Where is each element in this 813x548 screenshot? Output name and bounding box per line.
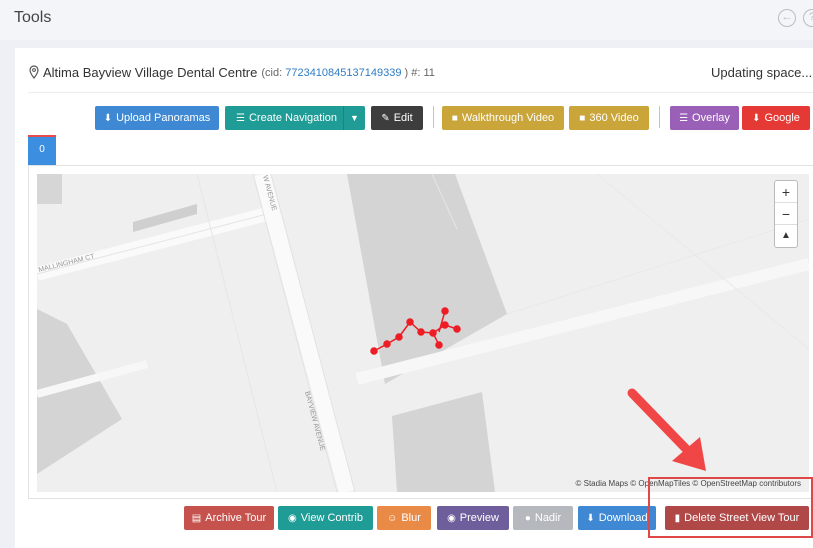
- location-header: Altima Bayview Village Dental Centre (ci…: [28, 65, 435, 80]
- cid-prefix: (cid:: [261, 66, 283, 79]
- panorama-marker[interactable]: [383, 340, 391, 348]
- zoom-in-button[interactable]: +: [775, 181, 797, 203]
- upload-panoramas-button[interactable]: ⬇ Upload Panoramas: [95, 106, 219, 130]
- highlight-box: [648, 477, 813, 538]
- edit-button[interactable]: ✎ Edit: [371, 106, 423, 130]
- help-icon[interactable]: ?: [803, 9, 813, 27]
- panorama-marker[interactable]: [406, 318, 414, 326]
- nadir-label: Nadir: [534, 512, 562, 524]
- edit-label: Edit: [393, 112, 413, 124]
- tab-0[interactable]: 0: [28, 135, 56, 165]
- divider: [28, 92, 813, 93]
- video-camera-icon: ■: [579, 112, 586, 124]
- archive-label: Archive Tour: [205, 512, 267, 524]
- page-title: Tools: [14, 9, 52, 26]
- cid-suffix: ) #: 11: [404, 66, 435, 79]
- create-navigation-button[interactable]: ☰ Create Navigation ▼: [225, 106, 365, 130]
- eye-icon: ◉: [447, 512, 456, 524]
- circle-icon: ●: [524, 512, 531, 524]
- 360-video-label: 360 Video: [589, 112, 639, 124]
- panorama-marker[interactable]: [441, 307, 449, 315]
- google-label: Google: [764, 112, 800, 124]
- download-button[interactable]: ⬇ Download: [578, 506, 656, 530]
- eye-icon: ◉: [288, 512, 297, 524]
- preview-label: Preview: [459, 512, 499, 524]
- panorama-marker[interactable]: [395, 333, 403, 341]
- upload-label: Upload Panoramas: [116, 112, 211, 124]
- blur-button[interactable]: ☺ Blur: [377, 506, 431, 530]
- annotation-arrow-icon: [627, 388, 706, 471]
- download-icon: ⬇: [586, 512, 595, 524]
- zoom-out-button[interactable]: −: [775, 203, 797, 225]
- archive-icon: ▤: [191, 512, 202, 524]
- overlay-button[interactable]: ☰ Overlay: [670, 106, 739, 130]
- download-label: Download: [598, 512, 648, 524]
- view-contrib-button[interactable]: ◉ View Contrib: [278, 506, 373, 530]
- panorama-marker[interactable]: [441, 321, 449, 329]
- panorama-marker[interactable]: [417, 328, 425, 336]
- walkthrough-video-button[interactable]: ■ Walkthrough Video: [442, 106, 564, 130]
- building: [37, 174, 62, 204]
- toolbar-separator: [659, 106, 660, 128]
- toolbar-separator: [433, 106, 434, 128]
- video-camera-icon: ■: [451, 112, 458, 124]
- list-icon: ☰: [679, 112, 689, 124]
- panorama-marker[interactable]: [435, 341, 443, 349]
- view-contrib-label: View Contrib: [300, 512, 363, 524]
- upload-icon: ⬇: [103, 112, 113, 124]
- walkthrough-label: Walkthrough Video: [461, 112, 555, 124]
- panorama-marker[interactable]: [370, 347, 378, 355]
- edit-icon: ✎: [381, 112, 390, 124]
- panorama-marker[interactable]: [453, 325, 461, 333]
- status-text: Updating space...: [711, 65, 813, 80]
- zoom-control: + − ▲: [774, 180, 798, 248]
- list-icon: ☰: [236, 112, 245, 124]
- nadir-button[interactable]: ● Nadir: [513, 506, 573, 530]
- google-button[interactable]: ⬇ Google: [742, 106, 810, 130]
- archive-tour-button[interactable]: ▤ Archive Tour: [184, 506, 274, 530]
- reset-north-button[interactable]: ▲: [775, 225, 797, 247]
- back-arrow-icon[interactable]: ←: [778, 9, 796, 27]
- overlay-label: Overlay: [692, 112, 730, 124]
- create-nav-label: Create Navigation: [248, 112, 338, 124]
- map-pin-icon: [29, 65, 39, 79]
- location-name: Altima Bayview Village Dental Centre: [43, 65, 258, 80]
- chevron-down-icon[interactable]: ▼: [343, 106, 365, 130]
- top-bar: Tools ← ?: [0, 0, 813, 40]
- smile-icon: ☺: [387, 512, 398, 524]
- cid-link[interactable]: 7723410845137149339: [285, 67, 401, 79]
- preview-button[interactable]: ◉ Preview: [437, 506, 509, 530]
- panorama-marker[interactable]: [429, 329, 437, 337]
- 360-video-button[interactable]: ■ 360 Video: [569, 106, 649, 130]
- cid-info: (cid: 7723410845137149339 ) #: 11: [261, 67, 435, 79]
- upload-icon: ⬇: [752, 112, 761, 124]
- blur-label: Blur: [401, 512, 421, 524]
